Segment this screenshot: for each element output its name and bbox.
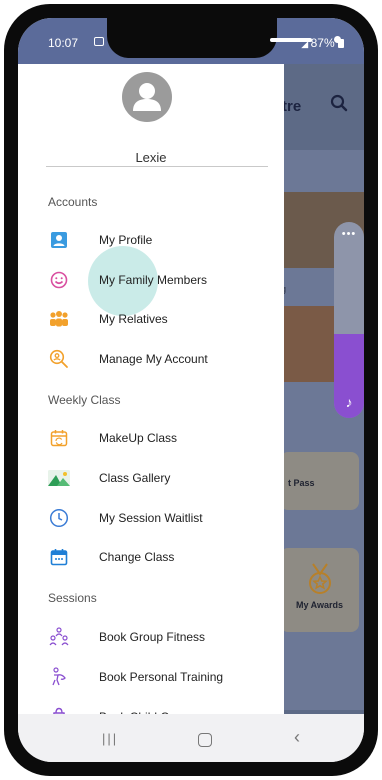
background-title: tre: [282, 98, 302, 115]
menu-item-book-personal-training[interactable]: Book Personal Training: [48, 660, 274, 694]
personal-training-icon: [48, 666, 70, 688]
system-nav-bar: ||| ‹: [18, 714, 364, 762]
battery-text: 87%: [310, 36, 335, 50]
menu-label: Manage My Account: [99, 352, 208, 366]
smiley-icon: [48, 269, 70, 291]
awards-card: My Awards: [280, 548, 359, 632]
menu-label: My Family Members: [99, 273, 208, 287]
menu-label: MakeUp Class: [99, 431, 178, 445]
group-icon: [48, 308, 70, 330]
awards-label: My Awards: [295, 600, 344, 610]
menu-label: My Session Waitlist: [99, 511, 203, 525]
clock-icon: [48, 507, 70, 529]
gallery-icon: [48, 467, 70, 489]
back-icon[interactable]: ‹: [294, 727, 300, 748]
section-weekly-class: Weekly Class: [48, 393, 121, 407]
camera-icon: [334, 36, 341, 43]
recents-icon[interactable]: |||: [102, 731, 118, 746]
menu-item-my-family-members[interactable]: My Family Members: [48, 263, 274, 297]
menu-label: Change Class: [99, 550, 175, 564]
status-time: 10:07: [48, 36, 79, 50]
search-person-icon: [48, 348, 70, 370]
menu-item-manage-my-account[interactable]: Manage My Account: [48, 342, 274, 376]
section-sessions: Sessions: [48, 591, 97, 605]
medal-icon: [308, 563, 331, 594]
more-icon: •••: [341, 228, 357, 240]
menu-item-class-gallery[interactable]: Class Gallery: [48, 461, 274, 495]
menu-item-book-group-fitness[interactable]: Book Group Fitness: [48, 620, 274, 654]
avatar[interactable]: [122, 72, 172, 122]
home-icon[interactable]: [198, 733, 212, 747]
menu-label: My Profile: [99, 233, 153, 247]
menu-label: Class Gallery: [99, 471, 171, 485]
menu-item-makeup-class[interactable]: MakeUp Class: [48, 421, 274, 455]
music-note-icon: ♪: [345, 394, 353, 410]
menu-item-change-class[interactable]: Change Class: [48, 540, 274, 574]
divider: [46, 166, 268, 167]
calendar-refresh-icon: [48, 427, 70, 449]
menu-label: Book Group Fitness: [99, 630, 206, 644]
menu-label: Book Personal Training: [99, 670, 224, 684]
music-player-widget[interactable]: ••• ♪: [334, 222, 364, 418]
profile-name: Lexie: [135, 150, 167, 165]
notification-icon: [94, 37, 104, 46]
section-accounts: Accounts: [48, 195, 98, 209]
calendar-icon: [48, 546, 70, 568]
menu-item-my-relatives[interactable]: My Relatives: [48, 302, 274, 336]
menu-item-my-session-waitlist[interactable]: My Session Waitlist: [48, 501, 274, 535]
navigation-drawer: Lexie Accounts My Profile My Family Memb…: [18, 64, 284, 727]
search-icon: [330, 94, 348, 117]
profile-card-icon: [48, 229, 70, 251]
group-fitness-icon: [48, 626, 70, 648]
menu-label: My Relatives: [99, 312, 168, 326]
pass-card: t Pass: [280, 452, 359, 510]
phone-screen: 10:07 ◢ 87% tre ng ••• ♪ t Pass: [18, 18, 364, 762]
menu-item-my-profile[interactable]: My Profile: [48, 223, 274, 257]
phone-frame: 10:07 ◢ 87% tre ng ••• ♪ t Pass: [4, 4, 378, 776]
speaker-icon: [270, 38, 312, 42]
camera-notch: [107, 18, 341, 58]
